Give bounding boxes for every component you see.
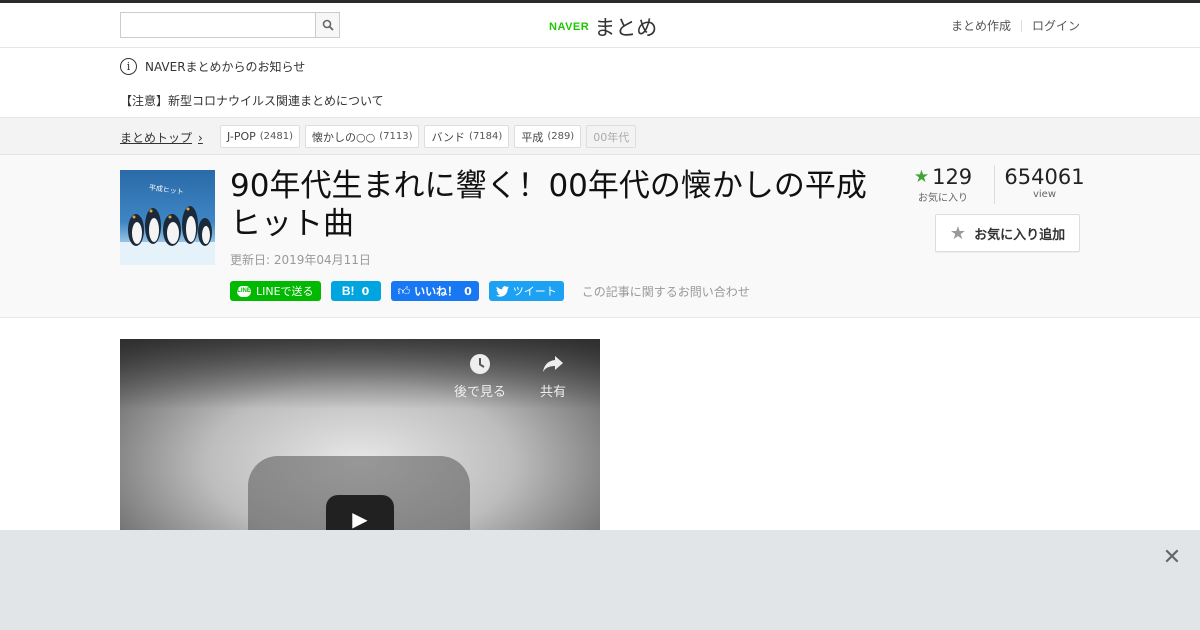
- tag-natsukashi[interactable]: 懐かしの○○ (7113): [305, 125, 420, 148]
- facebook-like-button[interactable]: 👍︎ いいね！ 0: [390, 281, 479, 301]
- add-favorite-button[interactable]: ★ お気に入り追加: [935, 214, 1080, 252]
- ad-banner: ✕: [0, 530, 1200, 630]
- tag-00s-current: 00年代: [586, 125, 637, 148]
- info-icon: i: [120, 58, 137, 75]
- article-header: 平成ヒット 90年代生まれに響く！00年代の懐かしの平成ヒット曲 更新日: 20…: [0, 155, 1200, 318]
- tag-label: 平成: [521, 130, 544, 144]
- notice-header: i NAVERまとめからのお知らせ: [120, 58, 305, 75]
- thumbs-up-icon: 👍︎: [397, 283, 411, 298]
- tag-count: (2481): [259, 131, 294, 142]
- breadcrumb: まとめトップ › J-POP (2481) 懐かしの○○ (7113) バンド (71…: [0, 118, 1200, 155]
- contact-link[interactable]: この記事に関するお問い合わせ: [582, 283, 750, 300]
- tag-label: バンド: [431, 130, 466, 144]
- header-divider: [1020, 19, 1022, 32]
- tag-band[interactable]: バンド (7184): [424, 125, 510, 148]
- share-bar: LINE LINEで送る B! 0 👍︎ いいね！ 0 ツイート この記事に関す…: [230, 281, 750, 301]
- chevron-right-icon: ›: [198, 130, 203, 145]
- share-arrow-icon: [543, 356, 563, 372]
- notice-link[interactable]: 【注意】新型コロナウイルス関連まとめについて: [120, 92, 384, 109]
- fb-like-count: 0: [464, 284, 472, 298]
- tag-count: (7184): [469, 131, 503, 142]
- site-header: NAVER まとめ まとめ作成 ログイン: [0, 3, 1200, 48]
- line-share-label: LINEで送る: [256, 285, 314, 298]
- hatena-icon: B!: [341, 284, 355, 298]
- search-box: [120, 12, 340, 38]
- watch-later-button[interactable]: 後で見る: [454, 351, 506, 400]
- line-icon: LINE: [237, 285, 251, 297]
- search-input[interactable]: [120, 12, 315, 38]
- tag-heisei[interactable]: 平成 (289): [514, 125, 582, 148]
- tag-jpop[interactable]: J-POP (2481): [220, 125, 301, 148]
- star-icon: ★: [913, 167, 930, 187]
- favorite-label: お気に入り: [918, 193, 968, 204]
- login-link[interactable]: ログイン: [1032, 17, 1080, 34]
- create-matome-link[interactable]: まとめ作成: [951, 17, 1011, 34]
- search-icon: [322, 19, 334, 31]
- clock-icon: [470, 354, 490, 374]
- header-links: まとめ作成 ログイン: [951, 17, 1080, 34]
- video-share-label: 共有: [540, 385, 567, 400]
- breadcrumb-top-link[interactable]: まとめトップ ›: [120, 129, 203, 146]
- star-outline-icon: ★: [949, 222, 967, 244]
- breadcrumb-top-label: まとめトップ: [120, 131, 193, 145]
- logo-naver: NAVER: [549, 21, 590, 33]
- twitter-bird-icon: [495, 285, 509, 297]
- search-button[interactable]: [315, 12, 340, 38]
- close-icon[interactable]: ✕: [1162, 547, 1182, 569]
- favorite-count: 129: [932, 165, 973, 189]
- view-stat: 654061 view: [994, 165, 1085, 204]
- add-favorite-label: お気に入り追加: [974, 227, 1066, 243]
- tag-list: J-POP (2481) 懐かしの○○ (7113) バンド (7184) 平成 (28…: [220, 125, 641, 148]
- article-title: 90年代生まれに響く！00年代の懐かしの平成ヒット曲: [230, 168, 867, 242]
- hatena-count: 0: [361, 284, 370, 298]
- hatena-bookmark-button[interactable]: B! 0: [330, 281, 381, 301]
- penguin-illustration: 平成ヒット: [120, 183, 215, 265]
- favorite-count-row: ★ 129: [908, 165, 978, 189]
- tag-label: 懐かしの○○: [312, 130, 376, 144]
- view-label: view: [1032, 189, 1057, 200]
- notice-area: i NAVERまとめからのお知らせ 【注意】新型コロナウイルス関連まとめについて: [0, 48, 1200, 118]
- watch-later-label: 後で見る: [454, 385, 507, 400]
- tag-count: (289): [547, 131, 575, 142]
- video-share-button[interactable]: 共有: [540, 351, 566, 400]
- article-thumbnail[interactable]: 平成ヒット: [120, 170, 215, 265]
- article-stats: ★ 129 お気に入り 654061 view: [908, 165, 1085, 204]
- thumb-caption: 平成ヒット: [148, 183, 184, 197]
- play-icon: ▶: [352, 507, 368, 531]
- tag-label: J-POP: [227, 130, 256, 143]
- fb-like-label: いいね！: [414, 285, 459, 298]
- tweet-button[interactable]: ツイート: [488, 281, 564, 301]
- line-share-button[interactable]: LINE LINEで送る: [230, 281, 321, 301]
- notice-title: NAVERまとめからのお知らせ: [145, 60, 306, 74]
- view-count: 654061: [1004, 165, 1085, 189]
- tag-label: 00年代: [593, 130, 630, 144]
- logo-matome: まとめ: [594, 16, 658, 40]
- site-logo[interactable]: NAVER まとめ: [549, 12, 657, 42]
- tag-count: (7113): [379, 131, 413, 142]
- updated-date: 更新日: 2019年04月11日: [230, 253, 371, 267]
- tweet-label: ツイート: [512, 285, 557, 298]
- favorite-stat: ★ 129 お気に入り: [908, 165, 978, 204]
- video-top-gradient: [120, 339, 600, 409]
- youtube-video-embed[interactable]: 後で見る 共有 ▶: [120, 339, 600, 539]
